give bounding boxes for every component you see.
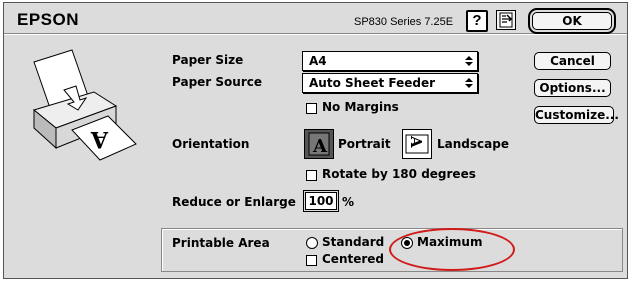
cancel-button[interactable]: Cancel [534,52,611,70]
options-button[interactable]: Options... [534,79,611,97]
paper-source-value: Auto Sheet Feeder [309,76,435,90]
help-button[interactable]: ? [466,10,488,32]
rotate-180-label: Rotate by 180 degrees [322,167,476,181]
customize-button[interactable]: Customize... [534,106,619,124]
paper-size-label: Paper Size [172,53,244,67]
paper-source-label: Paper Source [172,75,262,89]
driver-version: SP830 Series 7.25E [354,16,454,28]
standard-radio[interactable] [306,237,318,249]
no-margins-label: No Margins [322,100,399,114]
centered-checkbox[interactable] [306,255,317,266]
header-divider [4,33,627,35]
portrait-icon: A [308,132,330,157]
brand-logo: EPSON [17,10,80,29]
paper-source-select[interactable]: Auto Sheet Feeder [302,73,478,93]
paper-size-value: A4 [309,54,327,68]
svg-text:A: A [90,126,109,152]
popup-arrows-icon [465,56,473,66]
printable-area-label: Printable Area [172,236,270,250]
ok-button[interactable]: OK [528,8,616,34]
percent-unit: % [342,195,355,209]
svg-text:A: A [407,135,425,148]
no-margins-checkbox[interactable] [306,103,317,114]
utility-icon-glyph [499,12,513,28]
utility-icon[interactable] [496,10,516,30]
centered-label: Centered [322,252,385,266]
printer-illustration: A [32,49,137,161]
landscape-icon: A [405,134,429,154]
svg-text:A: A [312,136,328,157]
scale-input[interactable]: 100 [303,190,339,212]
highlight-ellipse [389,228,515,271]
landscape-label: Landscape [437,137,509,151]
standard-label: Standard [322,235,385,249]
landscape-option[interactable]: A [402,129,432,159]
rotate-180-checkbox[interactable] [306,170,317,181]
paper-size-select[interactable]: A4 [302,51,478,71]
orientation-label: Orientation [172,137,250,151]
page-setup-dialog: EPSON SP830 Series 7.25E ? OK Cancel Opt… [3,2,628,279]
portrait-label: Portrait [338,137,391,151]
portrait-option[interactable]: A [304,129,334,159]
popup-arrows-icon [465,78,473,88]
reduce-enlarge-label: Reduce or Enlarge [172,195,296,209]
